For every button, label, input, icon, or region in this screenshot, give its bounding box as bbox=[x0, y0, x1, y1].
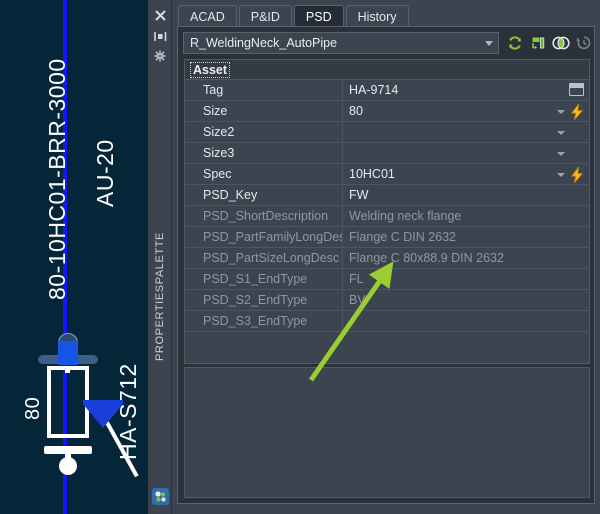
lightning-bolt-icon[interactable] bbox=[569, 166, 585, 183]
property-name: Spec bbox=[185, 164, 343, 184]
property-row[interactable]: Size 80 bbox=[185, 101, 589, 122]
selector-row: R_WeldingNeck_AutoPipe bbox=[183, 32, 591, 54]
property-value[interactable]: HA-9714 bbox=[343, 80, 589, 100]
valve-stem-top bbox=[58, 341, 78, 365]
property-row[interactable]: Size2 bbox=[185, 122, 589, 143]
property-rows: Tag HA-9714 Size 80 Size2 Size3 Spec 10HC01 PSD_… bbox=[185, 80, 589, 332]
property-row[interactable]: PSD_S1_EndType FL bbox=[185, 269, 589, 290]
property-value-text: Flange C DIN 2632 bbox=[349, 230, 457, 244]
category-label: Asset bbox=[190, 61, 231, 78]
flange-triangle bbox=[83, 404, 123, 428]
property-row[interactable]: PSD_PartFamilyLongDesc Flange C DIN 2632 bbox=[185, 227, 589, 248]
properties-palette: ACAD P&ID PSD History R_WeldingNeck_AutoPip… bbox=[172, 0, 600, 514]
property-value-text: 80 bbox=[349, 104, 363, 118]
tab-acad[interactable]: ACAD bbox=[178, 5, 237, 27]
property-value[interactable]: 10HC01 bbox=[343, 164, 589, 184]
spec-label: AU-20 bbox=[92, 139, 118, 207]
tab-p-id[interactable]: P&ID bbox=[238, 5, 292, 27]
assign-icon[interactable] bbox=[528, 33, 548, 53]
property-name: PSD_Key bbox=[185, 185, 343, 205]
property-row[interactable]: Tag HA-9714 bbox=[185, 80, 589, 101]
property-value-text: Flange C 80x88.9 DIN 2632 bbox=[349, 251, 504, 265]
chevron-down-icon[interactable] bbox=[557, 131, 565, 135]
property-value-text: FL bbox=[349, 272, 364, 286]
property-value[interactable]: FW bbox=[343, 185, 589, 205]
property-row[interactable]: PSD_Key FW bbox=[185, 185, 589, 206]
property-grid: Asset Tag HA-9714 Size 80 Size2 Size3 Spec 10HC… bbox=[184, 59, 590, 364]
property-name: PSD_S2_EndType bbox=[185, 290, 343, 310]
chevron-down-icon[interactable] bbox=[557, 110, 565, 114]
history-icon[interactable] bbox=[574, 33, 594, 53]
palette-dock-strip: PROPERTIESPALETTE bbox=[148, 0, 172, 514]
part-selector-dropdown[interactable]: R_WeldingNeck_AutoPipe bbox=[183, 32, 499, 54]
property-name: PSD_ShortDescription bbox=[185, 206, 343, 226]
property-row[interactable]: PSD_S2_EndType BV bbox=[185, 290, 589, 311]
property-value[interactable]: Flange C 80x88.9 DIN 2632 bbox=[343, 248, 589, 268]
property-value-text: 10HC01 bbox=[349, 167, 395, 181]
property-name: Tag bbox=[185, 80, 343, 100]
property-value-text: HA-9714 bbox=[349, 83, 399, 97]
property-name: Size2 bbox=[185, 122, 343, 142]
tab-bar: ACAD P&ID PSD History bbox=[178, 5, 409, 27]
palette-body: R_WeldingNeck_AutoPipe Asset Tag HA-9714… bbox=[177, 26, 595, 504]
property-row[interactable]: PSD_PartSizeLongDesc Flange C 80x88.9 DIN… bbox=[185, 248, 589, 269]
open-dialog-icon[interactable] bbox=[569, 83, 584, 96]
tab-psd[interactable]: PSD bbox=[293, 5, 344, 27]
property-name: PSD_PartFamilyLongDesc bbox=[185, 227, 343, 247]
app-window: 80-10HC01-BRR-3000 AU-20 80 HA-S712 PROP… bbox=[0, 0, 600, 514]
properties-icon[interactable] bbox=[152, 488, 169, 505]
close-icon[interactable] bbox=[148, 4, 172, 26]
property-value-text: FW bbox=[349, 188, 369, 202]
tab-history[interactable]: History bbox=[345, 5, 409, 27]
part-selector-value: R_WeldingNeck_AutoPipe bbox=[190, 36, 338, 50]
property-value[interactable]: 80 bbox=[343, 101, 589, 121]
auto-hide-icon[interactable] bbox=[148, 25, 172, 47]
property-value[interactable]: Welding neck flange bbox=[343, 206, 589, 226]
property-value-text: BV bbox=[349, 293, 366, 307]
chevron-down-icon[interactable] bbox=[485, 41, 493, 46]
palette-title: PROPERTIESPALETTE bbox=[154, 232, 166, 361]
property-name: PSD_S1_EndType bbox=[185, 269, 343, 289]
property-name: PSD_PartSizeLongDesc bbox=[185, 248, 343, 268]
property-value[interactable] bbox=[343, 311, 589, 331]
lightning-bolt-icon[interactable] bbox=[569, 103, 585, 120]
property-value[interactable] bbox=[343, 143, 589, 163]
property-name: PSD_S3_EndType bbox=[185, 311, 343, 331]
property-row[interactable]: Spec 10HC01 bbox=[185, 164, 589, 185]
valve-grip-dot bbox=[65, 369, 70, 373]
property-value[interactable]: BV bbox=[343, 290, 589, 310]
valve-symbol[interactable] bbox=[0, 330, 148, 480]
property-value[interactable]: Flange C DIN 2632 bbox=[343, 227, 589, 247]
chevron-down-icon[interactable] bbox=[557, 152, 565, 156]
property-value[interactable]: FL bbox=[343, 269, 589, 289]
refresh-icon[interactable] bbox=[505, 33, 525, 53]
property-row[interactable]: Size3 bbox=[185, 143, 589, 164]
line-number-label: 80-10HC01-BRR-3000 bbox=[44, 58, 70, 300]
property-category-header[interactable]: Asset bbox=[185, 60, 589, 80]
settings-icon[interactable] bbox=[148, 45, 172, 67]
property-row[interactable]: PSD_S3_EndType bbox=[185, 311, 589, 332]
property-value-text: Welding neck flange bbox=[349, 209, 462, 223]
property-name: Size bbox=[185, 101, 343, 121]
property-name: Size3 bbox=[185, 143, 343, 163]
link-icon[interactable] bbox=[551, 33, 571, 53]
palette-lower-pane bbox=[184, 367, 590, 498]
valve-ball bbox=[59, 457, 77, 475]
property-row[interactable]: PSD_ShortDescription Welding neck flange bbox=[185, 206, 589, 227]
drawing-canvas[interactable]: 80-10HC01-BRR-3000 AU-20 80 HA-S712 bbox=[0, 0, 148, 514]
chevron-down-icon[interactable] bbox=[557, 173, 565, 177]
property-value[interactable] bbox=[343, 122, 589, 142]
